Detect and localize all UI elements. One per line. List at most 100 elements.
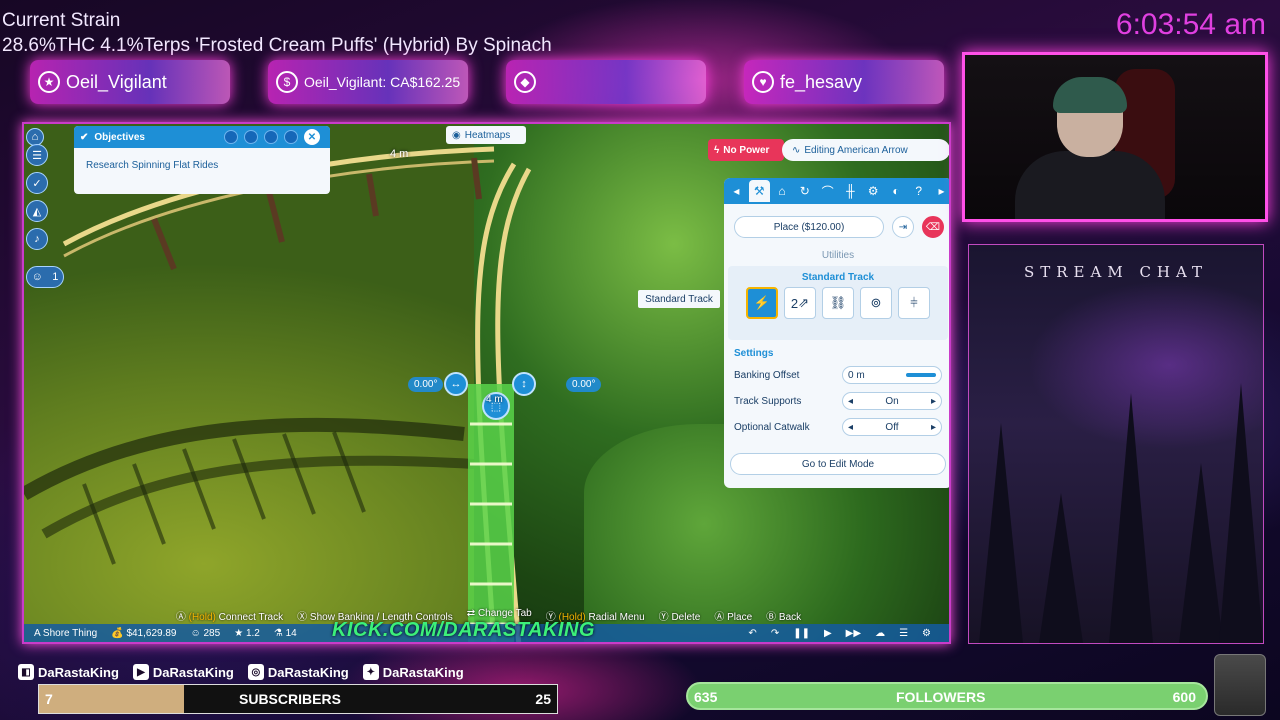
height-arrows-icon[interactable]: ↕ <box>512 372 536 396</box>
height-label-mid: 4 m <box>486 394 503 405</box>
redo-icon[interactable]: ↷ <box>771 628 779 639</box>
alert-follower-star: ★ Oeil_Vigilant <box>30 60 230 104</box>
objective-tab-4[interactable] <box>284 130 298 144</box>
angle-right-readout[interactable]: 0.00° <box>566 377 602 392</box>
place-row: Place ($120.00) ⇥ ⌫ <box>734 216 944 238</box>
hint-connect-track: Ⓐ (Hold) Connect Track <box>175 612 284 623</box>
streamer-body <box>1015 151 1165 219</box>
strain-title: Current Strain <box>2 10 121 31</box>
toolbar-staff-button[interactable]: ☺ 1 <box>26 266 64 288</box>
play-icon[interactable]: ▶ <box>824 628 832 639</box>
heatmaps-button[interactable]: ◉ Heatmaps <box>446 126 526 144</box>
park-research[interactable]: ⚗ 14 <box>274 628 297 639</box>
social-twitter: ✦ DaRastaKing <box>362 664 464 680</box>
objectives-header: ✔ Objectives ✕ <box>74 126 330 148</box>
piece-brake-icon[interactable]: ⫩ <box>898 287 930 319</box>
park-rating[interactable]: ★ 1.2 <box>234 628 260 639</box>
length-arrows-icon[interactable]: ↔ <box>444 372 468 396</box>
hint-text: Radial Menu <box>588 612 645 623</box>
park-name[interactable]: A Shore Thing <box>34 628 97 639</box>
alert-donation: $ Oeil_Vigilant: CA$162.25 <box>268 60 468 104</box>
tab-next-icon[interactable]: ▸ <box>931 180 949 202</box>
chevron-right-icon[interactable]: ▸ <box>931 396 936 407</box>
objective-tab-3[interactable] <box>264 130 278 144</box>
tab-loop-icon[interactable]: ↻ <box>794 180 815 202</box>
fast-forward-icon[interactable]: ▶▶ <box>846 628 861 639</box>
slider-track[interactable] <box>906 373 936 377</box>
park-money[interactable]: 💰 $41,629.89 <box>111 628 176 639</box>
social-youtube: ▶ DaRastaKing <box>132 664 234 680</box>
strain-details: 28.6%THC 4.1%Terps 'Frosted Cream Puffs'… <box>2 35 552 56</box>
toolbar-check-icon[interactable]: ✓ <box>26 172 48 194</box>
toolbar-chart-icon[interactable]: ◭ <box>26 200 48 222</box>
chevron-right-icon[interactable]: ▸ <box>931 422 936 433</box>
toolbar-objectives-icon[interactable]: ☰ <box>26 144 48 166</box>
banking-offset-slider[interactable]: 0 m <box>842 366 942 384</box>
chat-title: STREAM CHAT <box>1023 263 1209 281</box>
piece-booster-icon[interactable]: ⊚ <box>860 287 892 319</box>
tab-settings-icon[interactable]: ⚙ <box>863 180 884 202</box>
alert-diamond: ◆ <box>506 60 706 104</box>
build-tabs: ◂ ⚒ ⌂ ↻ ⌒ ╫ ⚙ ◐ ? ▸ <box>724 178 949 204</box>
objective-tab-2[interactable] <box>244 130 258 144</box>
angle-left-readout[interactable]: 0.00° <box>408 377 444 392</box>
setting-track-supports: Track Supports ◂ On ▸ <box>734 392 942 410</box>
objective-tab-1[interactable] <box>224 130 238 144</box>
webcam-feed <box>962 52 1268 222</box>
chevron-left-icon[interactable]: ◂ <box>848 422 853 433</box>
track-supports-toggle[interactable]: ◂ On ▸ <box>842 392 942 410</box>
delete-piece-icon[interactable]: ⌫ <box>922 216 944 238</box>
follower-label: FOLLOWERS <box>896 689 986 705</box>
twitter-icon: ✦ <box>362 664 379 680</box>
setting-banking-offset: Banking Offset 0 m <box>734 366 942 384</box>
tab-track-icon[interactable]: ⚒ <box>748 180 770 202</box>
subscriber-goal-bar: 7 SUBSCRIBERS 25 <box>38 684 558 714</box>
piece-double-track-icon[interactable]: 2 ⇗ <box>784 287 816 319</box>
menu-icon[interactable]: ☰ <box>899 628 908 639</box>
close-icon[interactable]: ✕ <box>304 129 320 145</box>
tab-palette-icon[interactable]: ◐ <box>886 180 907 202</box>
streamer-hat <box>1053 77 1127 113</box>
social-handle: DaRastaKing <box>38 664 119 680</box>
objectives-title: Objectives <box>94 131 145 143</box>
tab-prev-icon[interactable]: ◂ <box>726 180 747 202</box>
pine-tree <box>1219 383 1263 643</box>
clock: 6:03:54 am <box>1115 8 1266 41</box>
undo-icon[interactable]: ↶ <box>748 628 756 639</box>
objective-item[interactable]: Research Spinning Flat Rides <box>74 148 330 183</box>
hint-back: Ⓑ Back <box>766 612 802 623</box>
piece-chain-lift-icon[interactable]: ⛓ <box>822 287 854 319</box>
setting-label: Banking Offset <box>734 369 800 381</box>
pine-tree <box>979 423 1023 643</box>
weather-icon[interactable]: ☁ <box>875 628 885 639</box>
money-value: $41,629.89 <box>126 627 177 639</box>
staff-count: 1 <box>52 271 59 283</box>
piece-standard-track-icon[interactable]: ⚡ <box>746 287 778 319</box>
stream-chat: STREAM CHAT <box>968 244 1264 644</box>
setting-value: Off <box>885 421 899 433</box>
tab-stations-icon[interactable]: ⌂ <box>772 180 793 202</box>
twitch-icon: ◧ <box>18 664 34 680</box>
gear-icon[interactable]: ⚙ <box>922 628 931 639</box>
pause-icon[interactable]: ❚❚ <box>793 628 810 639</box>
tab-tunnel-icon[interactable]: ⌒ <box>817 180 838 202</box>
alert-text: fe_hesavy <box>780 71 863 92</box>
toolbar-bell-icon[interactable]: ♪ <box>26 228 48 250</box>
auto-complete-icon[interactable]: ⇥ <box>892 216 914 238</box>
optional-catwalk-toggle[interactable]: ◂ Off ▸ <box>842 418 942 436</box>
place-button[interactable]: Place ($120.00) <box>734 216 884 238</box>
guests-value: 285 <box>203 627 221 639</box>
park-guests[interactable]: ☺ 285 <box>191 628 221 639</box>
youtube-icon: ▶ <box>132 664 149 680</box>
subscriber-current: 7 <box>45 691 53 707</box>
chevron-left-icon[interactable]: ◂ <box>848 396 853 407</box>
game-viewport[interactable]: ⌂ ☰ ✓ ◭ ♪ ☺ 1 ✔ Objectives ✕ Research Sp… <box>22 122 951 644</box>
subscriber-progress-fill <box>39 685 185 713</box>
edit-mode-button[interactable]: Go to Edit Mode <box>730 453 946 475</box>
tab-supports-icon[interactable]: ╫ <box>840 180 861 202</box>
setting-label: Optional Catwalk <box>734 421 810 433</box>
hint-delete: Ⓨ Delete <box>658 612 701 623</box>
tab-help-icon[interactable]: ? <box>908 180 929 202</box>
alert-subscriber-heart: ♥ fe_hesavy <box>744 60 944 104</box>
no-power-badge: ϟ No Power <box>708 139 784 161</box>
